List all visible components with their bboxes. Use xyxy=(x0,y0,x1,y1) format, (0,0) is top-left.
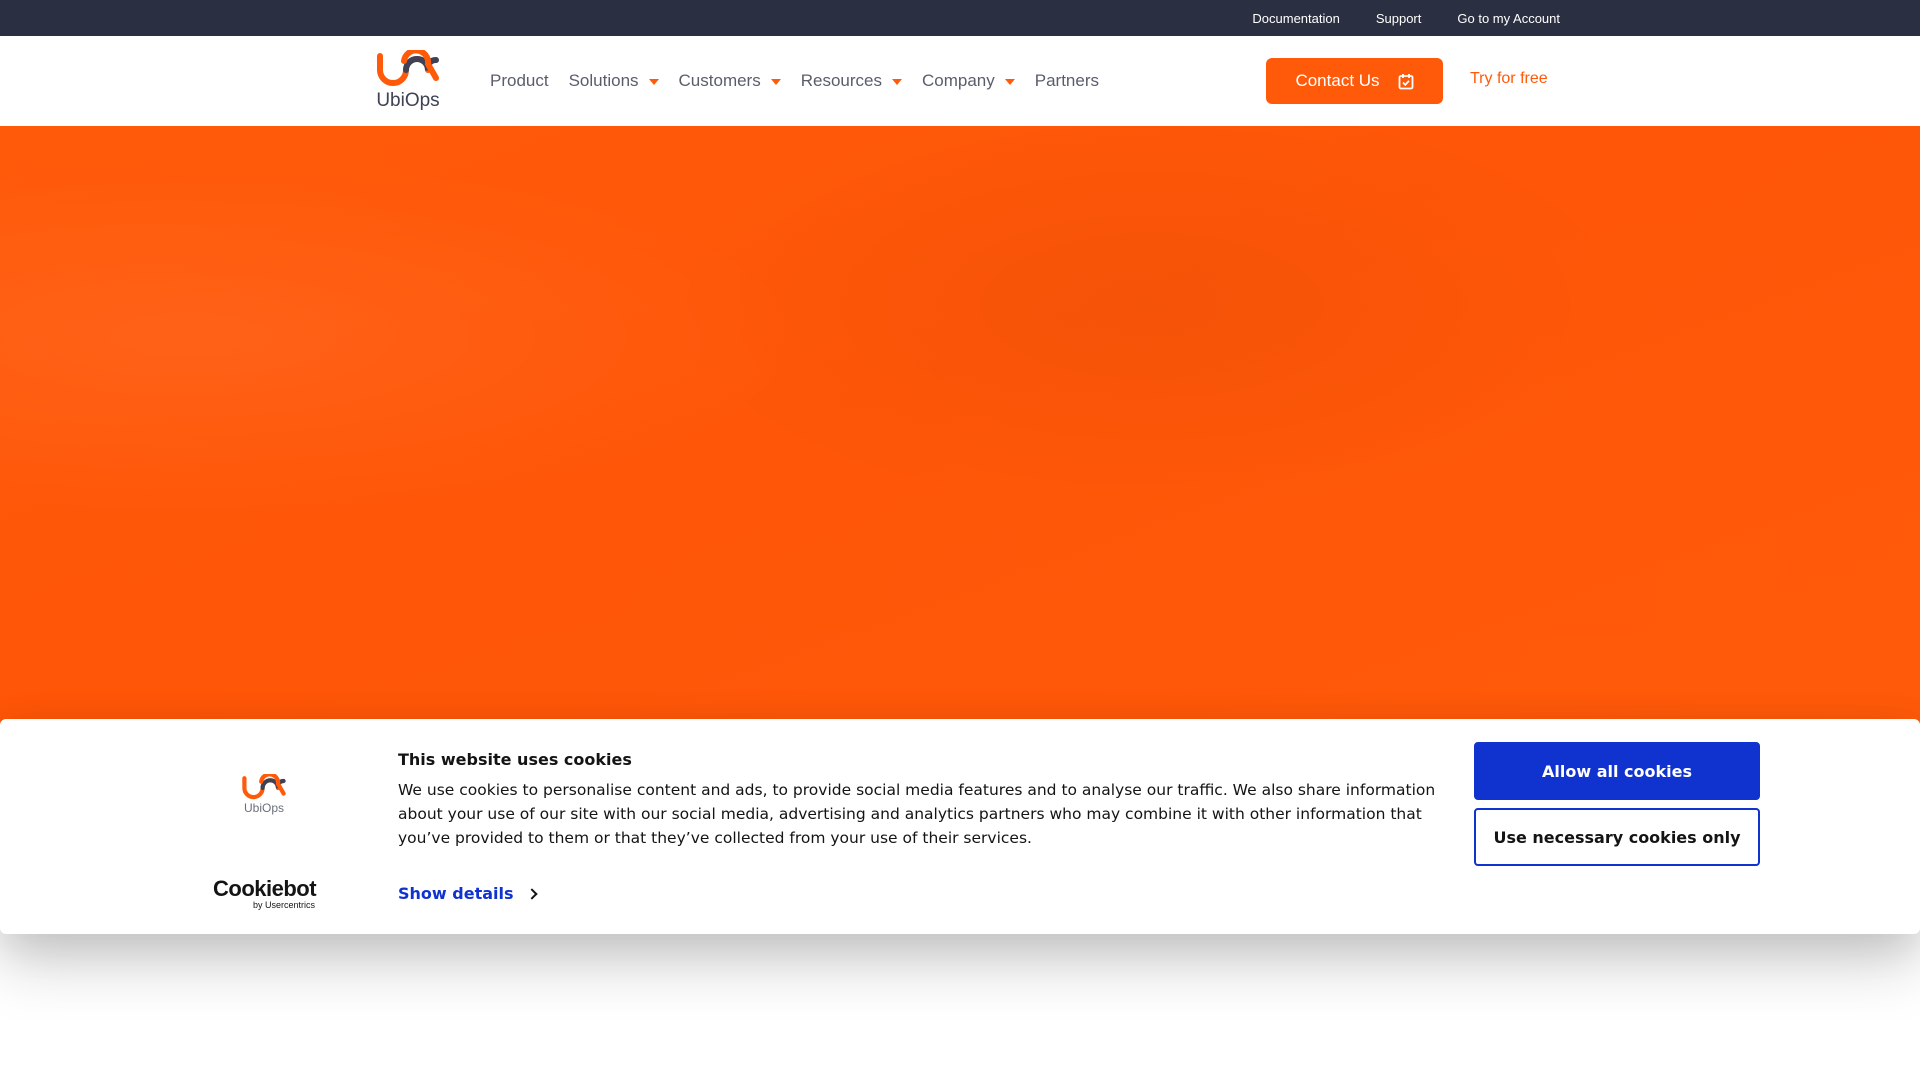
nav-item-product[interactable]: Product xyxy=(490,71,549,91)
caret-down-icon xyxy=(648,79,659,85)
nav-menu: Product Solutions Customers Resources Co… xyxy=(490,36,1119,126)
allow-all-cookies-button[interactable]: Allow all cookies xyxy=(1474,742,1760,800)
ubiops-logo-icon xyxy=(377,47,439,86)
cookie-consent-banner: UbiOps Cookiebot by Usercentrics This we… xyxy=(0,719,1920,934)
hero-background xyxy=(0,126,1920,726)
caret-down-icon xyxy=(770,79,781,85)
topbar-link-support[interactable]: Support xyxy=(1376,11,1422,26)
nav-item-label: Solutions xyxy=(568,71,639,90)
cookie-banner-logo-text: UbiOps xyxy=(243,801,284,815)
show-details-link[interactable]: Show details xyxy=(398,884,538,903)
nav-item-label: Partners xyxy=(1034,71,1099,90)
cookie-banner-logo: UbiOps xyxy=(238,772,290,819)
contact-us-button[interactable]: Contact Us xyxy=(1266,58,1443,104)
main-navbar: UbiOps Product Solutions Customers Resou… xyxy=(0,36,1920,126)
top-utility-bar: Documentation Support Go to my Account xyxy=(0,0,1920,36)
calendar-check-icon xyxy=(1398,73,1413,89)
caret-down-icon xyxy=(1004,79,1015,85)
ubiops-logo[interactable]: UbiOps xyxy=(371,47,445,112)
cookiebot-sub: by Usercentrics xyxy=(252,900,315,910)
nav-item-customers[interactable]: Customers xyxy=(679,71,781,91)
chevron-right-icon xyxy=(525,887,538,900)
cookie-banner-text: We use cookies to personalise content an… xyxy=(398,781,1436,847)
cookiebot-brand-logo[interactable]: Cookiebot by Usercentrics xyxy=(213,876,317,911)
cookie-banner-title: This website uses cookies xyxy=(398,750,632,769)
logo-wordmark: UbiOps xyxy=(376,90,440,111)
try-for-free-link[interactable]: Try for free xyxy=(1470,70,1548,88)
nav-item-resources[interactable]: Resources xyxy=(801,71,902,91)
necessary-cookies-button[interactable]: Use necessary cookies only xyxy=(1474,808,1760,866)
ubiops-logo-icon xyxy=(242,772,286,800)
nav-item-label: Product xyxy=(490,71,549,90)
topbar-link-documentation[interactable]: Documentation xyxy=(1252,11,1339,26)
nav-item-partners[interactable]: Partners xyxy=(1035,71,1099,91)
contact-us-label: Contact Us xyxy=(1295,71,1380,90)
cookiebot-name: Cookiebot xyxy=(213,876,317,901)
nav-item-company[interactable]: Company xyxy=(922,71,1015,91)
show-details-label: Show details xyxy=(398,884,514,903)
nav-item-solutions[interactable]: Solutions xyxy=(569,71,659,91)
topbar-link-account[interactable]: Go to my Account xyxy=(1457,11,1560,26)
topbar-links: Documentation Support Go to my Account xyxy=(1252,0,1560,36)
nav-item-label: Company xyxy=(921,71,995,90)
nav-item-label: Customers xyxy=(678,71,761,90)
nav-item-label: Resources xyxy=(800,71,882,90)
caret-down-icon xyxy=(891,79,902,85)
